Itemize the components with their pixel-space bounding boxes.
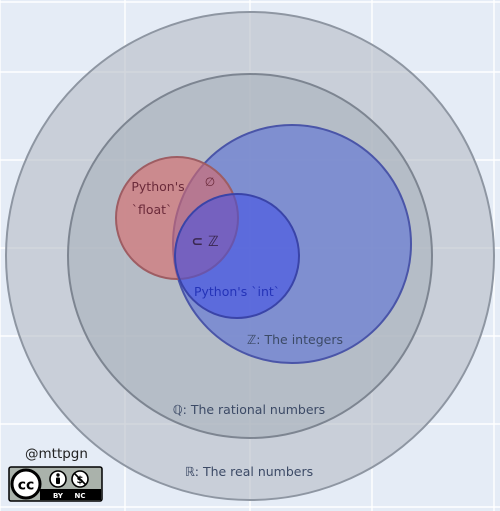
noncommercial-icon: $ — [71, 470, 89, 488]
real-numbers-label: ℝ: The real numbers — [185, 464, 313, 479]
python-float-label-line1: Python's — [131, 179, 184, 194]
nc-label: NC — [75, 492, 86, 500]
by-label: BY — [53, 492, 64, 500]
author-handle: @mttpgn — [25, 446, 88, 462]
cc-logo-icon: cc — [10, 468, 42, 500]
python-int-label: Python's `int` — [194, 284, 280, 299]
venn-diagram: ℝ: The real numbers ℚ: The rational numb… — [0, 0, 500, 511]
empty-set-annotation: ∅ — [205, 175, 215, 189]
python-float-label-line2: `float` — [132, 202, 173, 217]
rational-numbers-label: ℚ: The rational numbers — [173, 402, 325, 417]
cc-logo-text: cc — [18, 478, 35, 494]
attribution-icon — [49, 470, 67, 488]
cc-license-badge: cc $ BY NC — [8, 466, 103, 502]
python-int-set — [174, 193, 300, 319]
integers-label: ℤ: The integers — [247, 332, 343, 347]
subset-of-integers-annotation: ⊂ ℤ — [191, 234, 218, 250]
